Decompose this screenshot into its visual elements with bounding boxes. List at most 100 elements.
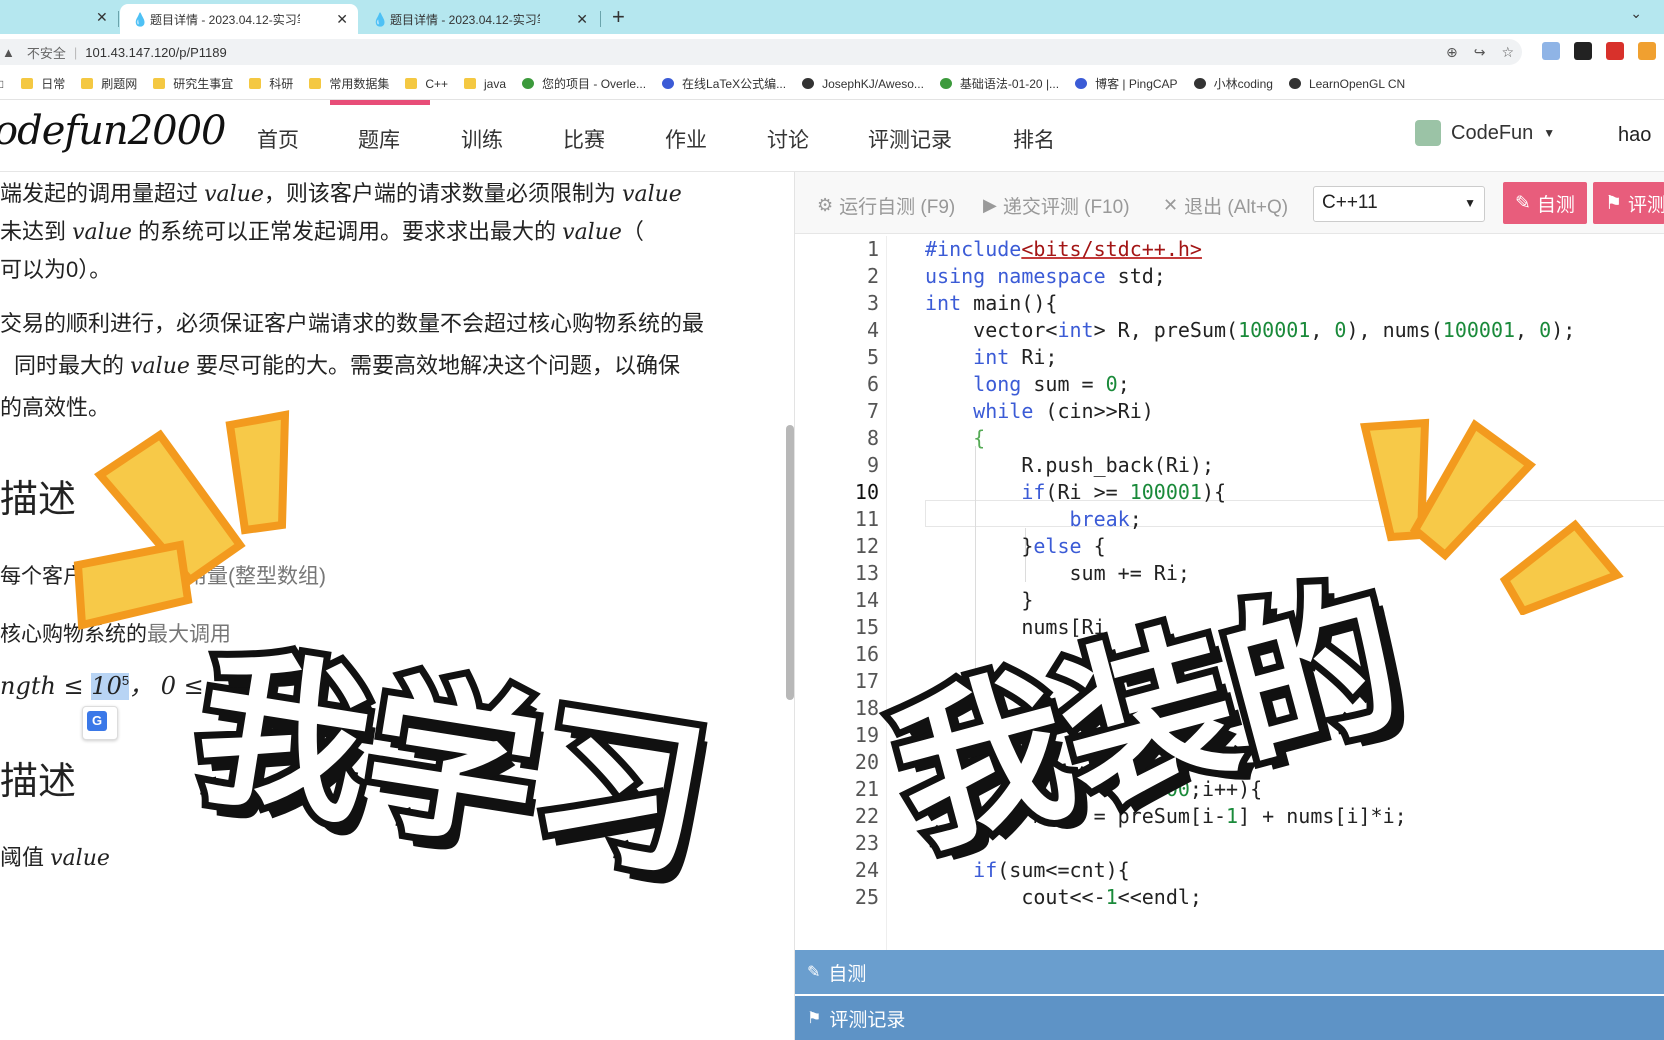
folder-icon — [249, 78, 262, 89]
extension-icon[interactable] — [1638, 42, 1656, 60]
description-line: 可以为0）。 — [0, 257, 112, 282]
zoom-icon[interactable]: ⊕ — [1446, 44, 1458, 61]
bookmark-item[interactable]: 在线LaTeX公式编... — [662, 75, 786, 92]
bookmark-label: 日常 — [41, 77, 66, 91]
bookmark-item[interactable]: C++ — [405, 77, 448, 91]
globe-icon — [1288, 78, 1301, 89]
overleaf-icon — [522, 78, 535, 89]
url-text[interactable]: 101.43.147.120/p/P1189 — [85, 45, 226, 60]
close-icon[interactable]: ✕ — [96, 9, 108, 26]
description-line: 端发起的调用量超过 value，则该客户端的请求数量必须限制为 value — [0, 181, 682, 207]
bookmark-item[interactable]: LearnOpenGL CN — [1288, 76, 1406, 91]
language-select[interactable]: C++11 ▼ — [1313, 186, 1485, 222]
bookmark-item[interactable]: 您的项目 - Overle... — [522, 75, 646, 92]
bookmark-item[interactable]: 刷题网 — [81, 75, 137, 92]
bookmark-item[interactable]: 科研 — [249, 75, 293, 92]
folder-icon — [309, 78, 322, 89]
records-panel-header[interactable]: ⚑ 评测记录 — [795, 996, 1664, 1040]
bookmark-label: C++ — [425, 76, 449, 91]
submit-button[interactable]: ▶ 递交评测 (F10) — [983, 192, 1130, 219]
bookmark-label: JosephKJ/Aweso... — [822, 76, 924, 91]
chevron-down-icon[interactable]: ⌄ — [1630, 5, 1642, 22]
pane-splitter[interactable] — [786, 425, 794, 700]
description-line: 同时最大的 value 要尽可能的大。需要高效地解决这个问题，以确保 — [14, 353, 681, 379]
line-number: 22 — [854, 804, 879, 828]
translate-icon[interactable]: G — [82, 706, 118, 740]
address-bar[interactable]: ▲ 不安全 | 101.43.147.120/p/P1189 — [0, 39, 1522, 65]
code-line: int main(){ — [925, 291, 1058, 315]
nav-problems[interactable]: 题库 — [358, 124, 400, 154]
close-icon[interactable]: ✕ — [336, 11, 348, 28]
bookmark-item[interactable]: 小林coding — [1193, 75, 1273, 92]
line-number: 6 — [866, 372, 879, 396]
pencil-icon: ✎ — [807, 964, 821, 981]
close-icon: ✕ — [1163, 195, 1179, 215]
browser-tab[interactable]: 💧 题目详情 - 2023.04.12-实习笔试 ✕ — [360, 4, 598, 34]
line-number: 14 — [854, 588, 879, 612]
site-navbar: odefun2000 首页 题库 训练 比赛 作业 讨论 评测记录 排名 Cod… — [0, 100, 1664, 172]
flag-icon: ⚑ — [807, 1010, 822, 1027]
folder-icon: □ — [0, 77, 3, 91]
star-icon[interactable]: ☆ — [1501, 44, 1514, 61]
close-icon[interactable]: ✕ — [576, 11, 588, 28]
tab-title: 题目详情 - 2023.04.12-实习笔试 — [150, 12, 300, 27]
bookmark-label: 常用数据集 — [329, 77, 390, 91]
nav-discussion[interactable]: 讨论 — [767, 124, 809, 154]
code-line: int Ri; — [973, 345, 1058, 369]
browser-tab-active[interactable]: 💧 题目详情 - 2023.04.12-实习笔试 ✕ — [120, 4, 358, 34]
code-line: cout<<-1<<endl; — [925, 885, 1202, 909]
judge-button[interactable]: ⚑ 评测 — [1593, 182, 1664, 224]
active-nav-indicator — [330, 100, 430, 105]
bookmark-label: 在线LaTeX公式编... — [682, 77, 787, 91]
nav-home[interactable]: 首页 — [257, 124, 299, 154]
security-status: 不安全 — [26, 45, 66, 61]
nav-ranking[interactable]: 排名 — [1013, 124, 1055, 154]
bookmark-label: LearnOpenGL CN — [1308, 76, 1406, 91]
exit-button[interactable]: ✕ 退出 (Alt+Q) — [1163, 192, 1288, 219]
line-number: 8 — [866, 426, 879, 450]
bookmark-label: 基础语法-01-20 |... — [959, 77, 1060, 91]
flag-icon: ⚑ — [1605, 192, 1623, 214]
bookmark-item[interactable]: JosephKJ/Aweso... — [802, 77, 924, 91]
bookmark-site-icon — [939, 78, 952, 89]
bookmarks-bar: □ 日常 刷题网 研究生事宜 科研 常用数据集 C++ java 您的项目 - … — [0, 68, 1664, 100]
bookmark-item[interactable]: java — [464, 77, 506, 91]
incognito-icon[interactable] — [1574, 42, 1592, 60]
bookmark-item[interactable]: 研究生事宜 — [153, 75, 233, 92]
document-icon[interactable] — [1542, 42, 1560, 60]
bookmark-item[interactable]: 博客 | PingCAP — [1075, 75, 1178, 92]
user-menu[interactable]: hao — [1618, 124, 1651, 147]
share-icon[interactable]: ↪ — [1474, 44, 1486, 61]
divider: | — [73, 44, 78, 60]
domain-switcher[interactable]: CodeFun ▼ — [1415, 120, 1555, 146]
bookmark-label: 科研 — [269, 77, 294, 91]
code-line: vector<int> R, preSum(100001, 0), nums(1… — [925, 318, 1576, 342]
constraint-line: ngth ≤ 105， 0 ≤ — [0, 672, 204, 700]
chevron-down-icon: ▼ — [1464, 196, 1476, 210]
selected-text: 105 — [91, 672, 130, 700]
github-icon — [802, 78, 815, 89]
nav-contests[interactable]: 比赛 — [563, 124, 605, 154]
folder-icon — [21, 78, 34, 89]
line-number: 7 — [866, 399, 879, 423]
pdf-icon[interactable] — [1606, 42, 1624, 60]
pencil-icon: ✎ — [1515, 192, 1531, 214]
nav-homework[interactable]: 作业 — [665, 124, 707, 154]
nav-records[interactable]: 评测记录 — [868, 124, 952, 154]
nav-training[interactable]: 训练 — [461, 124, 503, 154]
editor-toolbar: ⚙ 运行自测 (F9) ▶ 递交评测 (F10) ✕ 退出 (Alt+Q) C+… — [795, 172, 1664, 234]
droplet-icon: 💧 — [372, 11, 389, 27]
self-test-panel-header[interactable]: ✎ 自测 — [795, 950, 1664, 994]
plus-icon[interactable]: + — [612, 4, 625, 30]
self-test-button[interactable]: ✎ 自测 — [1503, 182, 1587, 224]
bookmark-item[interactable]: 日常 — [21, 75, 65, 92]
code-line: using namespace std; — [925, 264, 1166, 288]
site-logo[interactable]: odefun2000 — [0, 108, 226, 154]
line-number: 12 — [854, 534, 879, 558]
bookmark-item[interactable]: 基础语法-01-20 |... — [939, 75, 1060, 92]
bookmark-item[interactable]: 常用数据集 — [309, 75, 389, 92]
line-number: 18 — [854, 696, 879, 720]
run-self-test-button[interactable]: ⚙ 运行自测 (F9) — [817, 192, 955, 219]
folder-icon — [81, 78, 94, 89]
bug-icon: ⚙ — [817, 195, 834, 215]
